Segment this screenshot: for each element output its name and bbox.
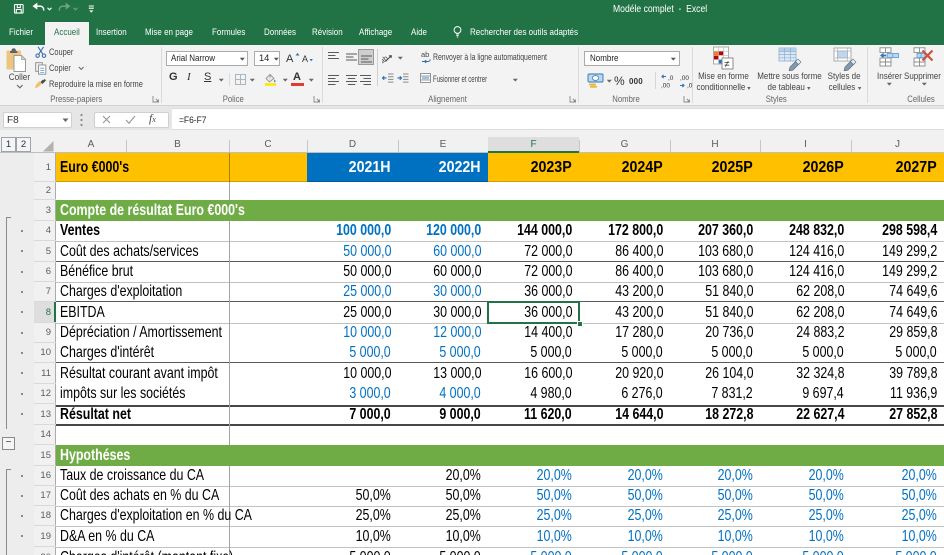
svg-text:A: A (302, 54, 308, 64)
svg-text:≠: ≠ (724, 59, 729, 70)
svg-text:A: A (286, 53, 294, 64)
svg-text:ab: ab (382, 55, 390, 64)
svg-text:ab: ab (421, 50, 429, 59)
